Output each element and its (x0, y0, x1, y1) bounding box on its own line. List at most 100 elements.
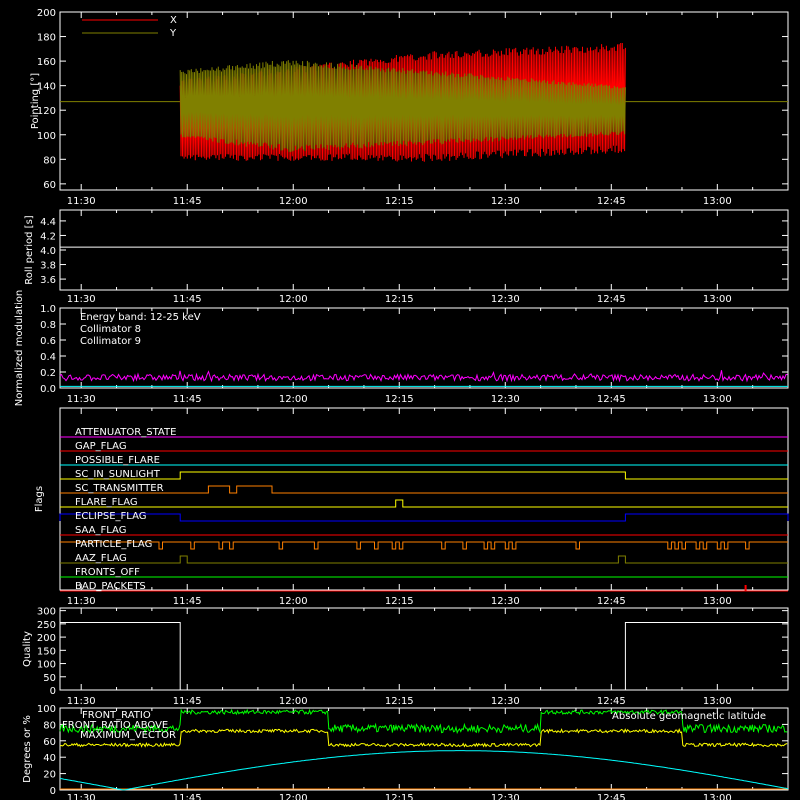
time-tick-label: 12:45 (597, 596, 626, 607)
legend-absolute-geomagnetic-latitude: Absolute geomagnetic latitude (612, 711, 766, 722)
time-tick-label: 12:45 (597, 793, 626, 800)
legend-label-y: Y (169, 28, 177, 39)
flag-label-flare-flag: FLARE_FLAG (75, 497, 138, 508)
y-tick-label: 0.0 (40, 384, 56, 395)
time-tick-label: 12:45 (597, 196, 626, 207)
time-tick-label: 12:30 (491, 294, 520, 305)
y-tick-label: 100 (37, 660, 56, 671)
quality-line (60, 622, 788, 691)
y-tick-label: 20 (43, 770, 56, 781)
y-axis-label: Degrees or % (22, 715, 33, 783)
time-tick-label: 13:00 (703, 596, 732, 607)
time-tick-label: 12:45 (597, 394, 626, 405)
y-tick-label: 3.8 (40, 261, 56, 272)
flag-label-fronts-off: FRONTS_OFF (75, 567, 140, 578)
y-axis-label: Pointing [°] (30, 73, 41, 129)
y-tick-label: 3.6 (40, 275, 56, 286)
time-tick-label: 11:45 (173, 196, 202, 207)
time-tick-label: 13:00 (703, 196, 732, 207)
time-tick-label: 12:15 (385, 196, 414, 207)
y-tick-label: 200 (37, 8, 56, 19)
legend-collimator-9: Collimator 9 (80, 336, 141, 347)
time-tick-label: 12:00 (279, 196, 308, 207)
time-tick-label: 13:00 (703, 294, 732, 305)
y-axis-label: Quality (22, 631, 33, 667)
time-tick-label: 11:45 (173, 793, 202, 800)
flag-label-possible-flare: POSSIBLE_FLARE (75, 455, 160, 466)
time-tick-label: 12:00 (279, 294, 308, 305)
time-tick-label: 11:45 (173, 696, 202, 707)
y-tick-label: 80 (43, 155, 56, 166)
flag-line-aaz-flag (60, 555, 788, 564)
quality-panel (59, 607, 789, 691)
roll-period-panel (59, 209, 789, 291)
y-tick-label: 0 (50, 686, 56, 697)
y-tick-label: 40 (43, 753, 56, 764)
flag-label-saa-flag: SAA_FLAG (75, 525, 126, 536)
time-tick-label: 11:30 (67, 696, 96, 707)
time-tick-label: 13:00 (703, 793, 732, 800)
y-tick-label: 0.2 (40, 368, 56, 379)
time-tick-label: 12:30 (491, 793, 520, 800)
y-tick-label: 200 (37, 633, 56, 644)
flag-label-eclipse-flag: ECLIPSE_FLAG (75, 511, 146, 522)
y-tick-label: 80 (43, 720, 56, 731)
time-tick-label: 12:45 (597, 696, 626, 707)
time-tick-label: 11:30 (67, 793, 96, 800)
time-tick-label: 12:15 (385, 394, 414, 405)
flag-label-particle-flag: PARTICLE_FLAG (75, 539, 152, 550)
geomagnetic-latitude-line (59, 750, 789, 791)
time-tick-label: 11:45 (173, 394, 202, 405)
time-tick-label: 12:00 (279, 596, 308, 607)
quality-panel-frame (59, 607, 789, 691)
legend-collimator-8: Collimator 8 (80, 324, 141, 335)
y-tick-label: 250 (37, 620, 56, 631)
flag-label-attenuator-state: ATTENUATOR_STATE (75, 427, 176, 438)
time-tick-label: 11:30 (67, 294, 96, 305)
time-tick-label: 11:30 (67, 394, 96, 405)
flag-label-sc-transmitter: SC_TRANSMITTER (75, 483, 164, 494)
collimator-9-line (59, 370, 788, 383)
y-tick-label: 150 (37, 646, 56, 657)
flag-label-bad-packets: BAD_PACKETS (75, 581, 146, 592)
time-tick-label: 12:15 (385, 596, 414, 607)
y-tick-label: 0.6 (40, 336, 56, 347)
flag-line-sc-transmitter (60, 485, 788, 494)
time-tick-label: 12:15 (385, 294, 414, 305)
y-tick-label: 4.2 (40, 231, 56, 242)
y-axis-label: Normalized modulation (14, 290, 25, 407)
y-tick-label: 4.4 (40, 217, 56, 228)
time-tick-label: 12:15 (385, 696, 414, 707)
y-tick-label: 300 (37, 607, 56, 618)
time-tick-label: 11:45 (173, 294, 202, 305)
time-tick-label: 11:30 (67, 596, 96, 607)
flag-label-aaz-flag: AAZ_FLAG (75, 553, 127, 564)
legend-maximum-vector: MAXIMUM_VECTOR (80, 730, 176, 741)
time-tick-label: 12:00 (279, 394, 308, 405)
flag-line-sc-in-sunlight (60, 471, 788, 480)
time-tick-label: 12:30 (491, 394, 520, 405)
y-axis-label: Flags (34, 486, 45, 512)
legend-label-x: X (170, 15, 177, 26)
time-tick-label: 12:00 (279, 793, 308, 800)
roll-period-panel-frame (59, 209, 789, 291)
y-tick-label: 0.8 (40, 320, 56, 331)
time-tick-label: 11:45 (173, 596, 202, 607)
flag-label-sc-in-sunlight: SC_IN_SUNLIGHT (75, 469, 161, 480)
y-tick-label: 60 (43, 737, 56, 748)
y-tick-label: 180 (37, 33, 56, 44)
flag-line-eclipse-flag (59, 513, 789, 522)
y-tick-label: 100 (37, 704, 56, 715)
y-axis-label: Roll period [s] (24, 215, 35, 284)
flag-label-gap-flag: GAP_FLAG (75, 441, 127, 452)
time-tick-label: 13:00 (703, 696, 732, 707)
time-tick-label: 12:30 (491, 196, 520, 207)
time-tick-label: 12:30 (491, 696, 520, 707)
y-tick-label: 60 (43, 180, 56, 191)
time-tick-label: 13:00 (703, 394, 732, 405)
time-tick-label: 12:15 (385, 793, 414, 800)
time-tick-label: 12:45 (597, 294, 626, 305)
time-tick-label: 12:00 (279, 696, 308, 707)
y-tick-label: 0.4 (40, 352, 56, 363)
y-tick-label: 100 (37, 131, 56, 142)
